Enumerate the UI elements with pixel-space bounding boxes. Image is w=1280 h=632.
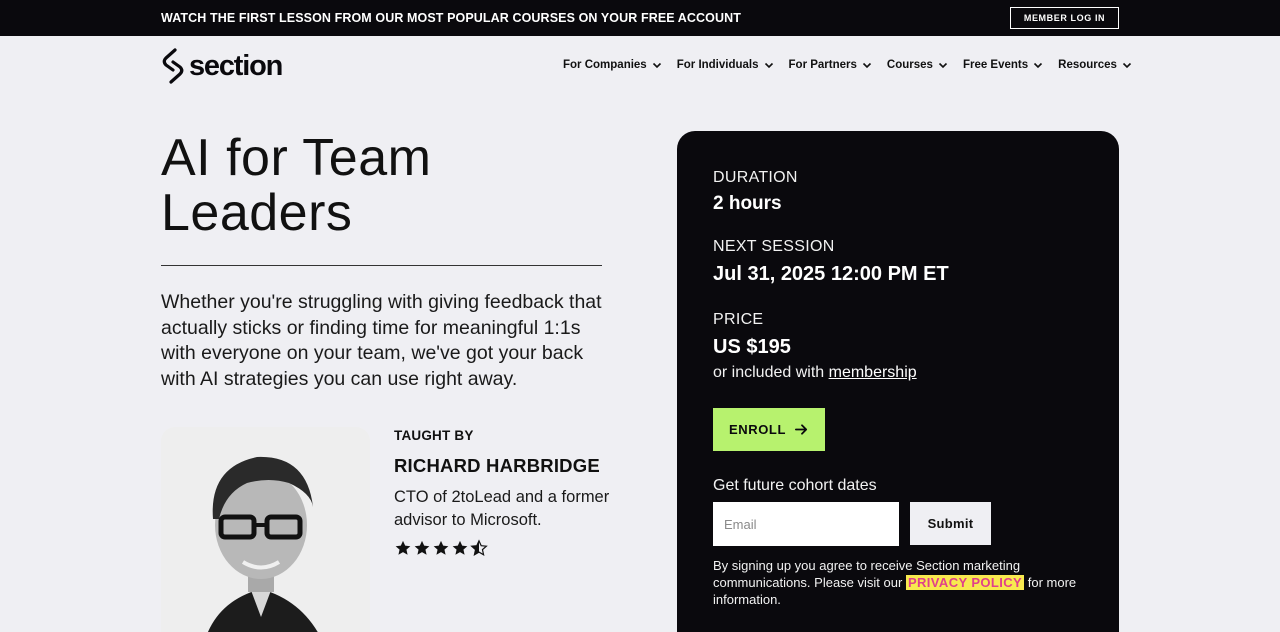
nav-courses[interactable]: Courses: [887, 59, 949, 71]
price-value: US $195: [713, 336, 791, 358]
star-half-icon: [470, 539, 488, 556]
email-input[interactable]: [713, 502, 899, 546]
privacy-policy-link[interactable]: PRIVACY POLICY: [905, 575, 1025, 590]
member-login-button[interactable]: MEMBER LOG IN: [1010, 7, 1119, 29]
instructor-name: RICHARD HARBRIDGE: [394, 455, 600, 476]
nav-for-individuals[interactable]: For Individuals: [677, 59, 775, 71]
logo[interactable]: section: [161, 48, 283, 84]
announcement-bar: WATCH THE FIRST LESSON FROM OUR MOST POP…: [0, 0, 1280, 36]
instructor-bio: CTO of 2toLead and a former advisor to M…: [394, 488, 610, 529]
nav-label: For Individuals: [676, 59, 759, 71]
nav-label: Resources: [1058, 59, 1117, 71]
main-nav: For Companies For Individuals For Partne…: [563, 59, 1133, 71]
course-description: Whether you're struggling with giving fe…: [161, 291, 602, 390]
star-icon: [395, 540, 411, 555]
logo-text: section: [189, 49, 283, 82]
chevron-down-icon: [652, 62, 661, 69]
course-title: AI for Team Leaders: [161, 129, 432, 242]
duration-label: DURATION: [713, 169, 798, 186]
enroll-label: ENROLL: [728, 422, 787, 437]
duration-value: 2 hours: [713, 193, 782, 214]
instructor-photo: [161, 427, 370, 632]
price-label: PRICE: [713, 311, 764, 328]
membership-note: or included with membership: [713, 364, 917, 382]
chevron-down-icon: [862, 62, 871, 69]
chevron-down-icon: [938, 62, 948, 69]
consent-text: By signing up you agree to receive Secti…: [713, 557, 1083, 608]
included-prefix: or included with: [713, 364, 825, 381]
star-icon: [414, 540, 430, 555]
title-divider: [161, 265, 602, 266]
nav-for-companies[interactable]: For Companies: [563, 59, 663, 71]
chevron-down-icon: [1034, 62, 1043, 69]
next-session-value: Jul 31, 2025 12:00 PM ET: [713, 263, 949, 285]
chevron-down-icon: [1122, 62, 1132, 69]
next-session-label: NEXT SESSION: [713, 238, 835, 255]
instructor-rating: [394, 539, 488, 557]
nav-for-partners[interactable]: For Partners: [789, 59, 873, 71]
nav-label: For Partners: [788, 59, 857, 71]
instructor-portrait-image: [161, 427, 370, 632]
membership-link[interactable]: membership: [829, 364, 917, 381]
nav-label: For Companies: [563, 59, 647, 71]
section-logo-icon: [162, 48, 184, 84]
nav-resources[interactable]: Resources: [1058, 59, 1133, 71]
nav-label: Courses: [886, 59, 933, 71]
future-dates-label: Get future cohort dates: [713, 477, 877, 494]
submit-button[interactable]: Submit: [910, 502, 991, 545]
announcement-text[interactable]: WATCH THE FIRST LESSON FROM OUR MOST POP…: [161, 11, 741, 25]
nav-free-events[interactable]: Free Events: [963, 59, 1044, 71]
nav-label: Free Events: [962, 59, 1029, 71]
enroll-button[interactable]: ENROLL: [713, 408, 825, 451]
star-icon: [452, 540, 468, 555]
star-icon: [433, 540, 449, 555]
course-info-card: DURATION 2 hours NEXT SESSION Jul 31, 20…: [677, 131, 1119, 632]
chevron-down-icon: [764, 62, 773, 69]
arrow-right-icon: [795, 424, 808, 435]
taught-by-label: TAUGHT BY: [394, 428, 474, 443]
